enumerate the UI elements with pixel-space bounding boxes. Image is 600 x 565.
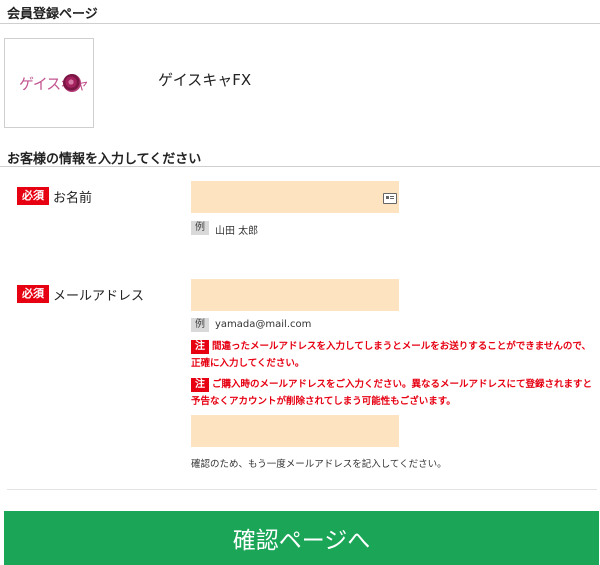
required-badge: 必須 [17,187,49,205]
email-confirm-hint: 確認のため、もう一度メールアドレスを記入してください。 [191,459,447,470]
contact-card-icon[interactable] [383,193,397,204]
form-divider [7,489,597,490]
email-label: メールアドレス [53,289,145,304]
example-badge: 例 [191,221,209,235]
email-example-text: yamada@mail.com [215,319,312,330]
email-note-1: 間違ったメールアドレスを入力してしまうとメールをお送りすることができませんので、… [191,341,592,369]
section-title: お客様の情報を入力してください [7,152,202,167]
shop-name: ゲイスキャFX [158,71,252,89]
page-title: 会員登録ページ [7,7,98,22]
email-confirm-input[interactable] [191,415,399,447]
header-divider [0,23,600,24]
required-badge: 必須 [17,285,49,303]
example-badge: 例 [191,318,209,332]
confirm-page-button[interactable]: 確認ページへ [4,511,599,565]
name-label: お名前 [53,191,93,206]
shop-logo: ゲイスキャ [4,38,94,128]
email-note-2: ご購入時のメールアドレスをご入力ください。異なるメールアドレスにて登録されますと… [191,379,593,407]
name-example-text: 山田 太郎 [215,226,259,237]
name-input[interactable] [191,181,399,213]
email-input[interactable] [191,279,399,311]
rose-icon [63,74,81,92]
section-divider [0,166,600,167]
